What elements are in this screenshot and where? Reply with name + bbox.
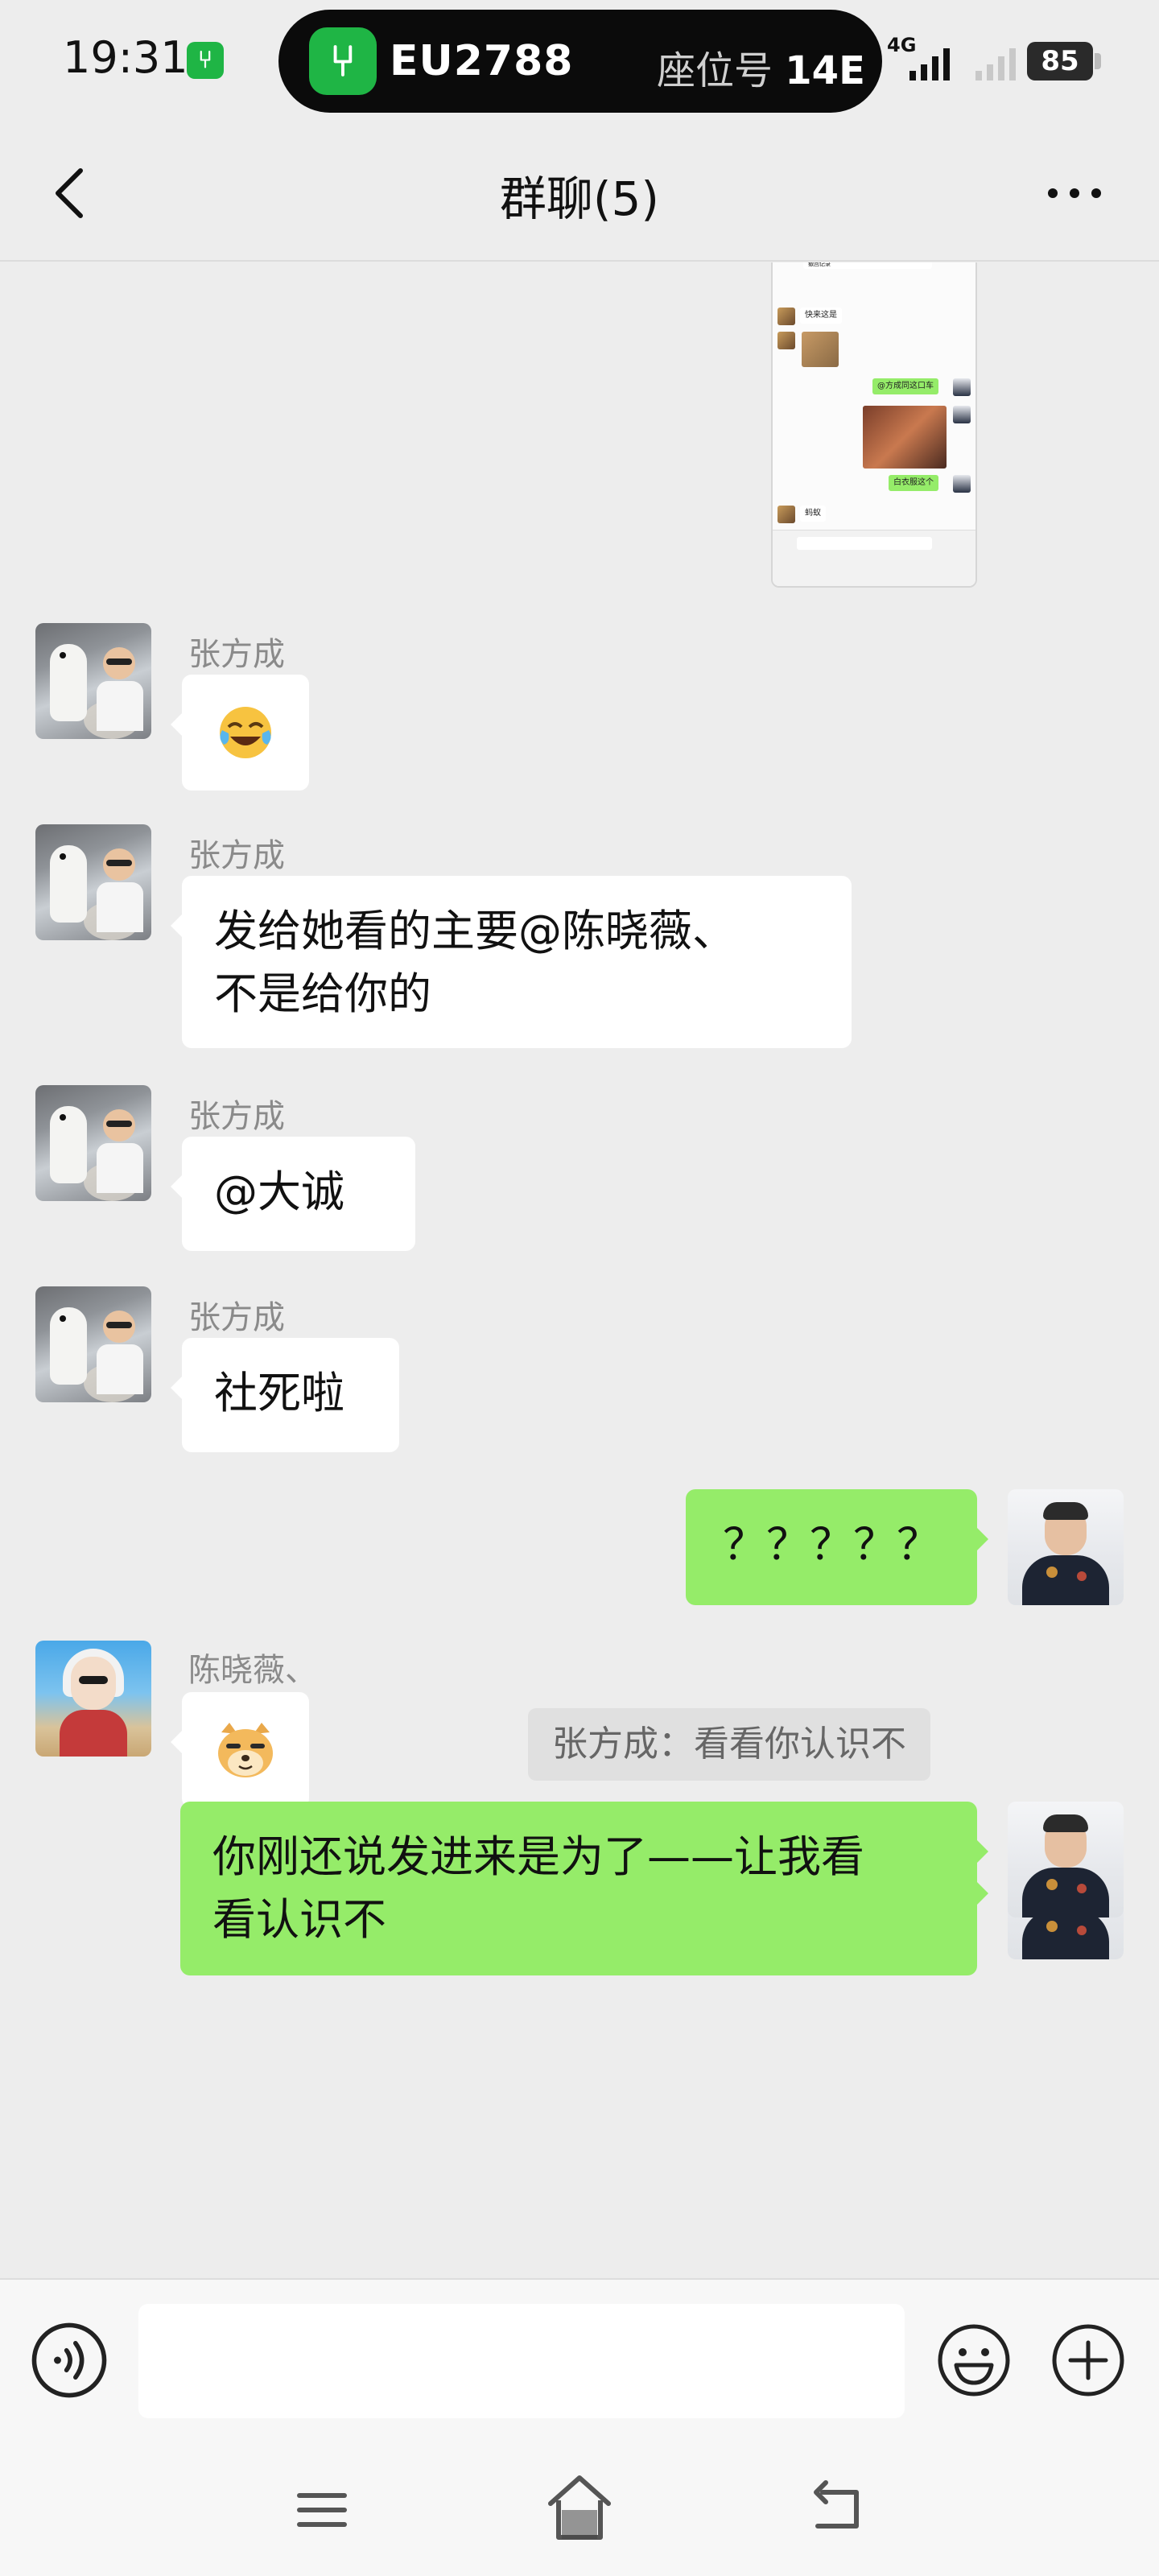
avatar-zhang[interactable]: [35, 1286, 151, 1402]
flight-number: EU2788: [390, 37, 574, 85]
avatar-me[interactable]: [1008, 1489, 1124, 1605]
preview-text-4: 白衣服这个: [889, 475, 938, 491]
dynamic-island-flight[interactable]: ⑂ EU2788 座位号 14E: [278, 10, 882, 113]
preview-text-2: 快来这是: [800, 308, 842, 324]
message-line: 社死啦: [214, 1368, 344, 1418]
chat-title: 群聊(5): [499, 171, 660, 226]
airline-logo-icon: ⑂: [309, 27, 377, 95]
message-bubble-sent[interactable]: ？？？？？: [686, 1489, 988, 1605]
avatar-chen[interactable]: [35, 1641, 151, 1757]
app-notification-icon: ⑂: [187, 42, 224, 79]
message-line: ？？？？？: [723, 1519, 940, 1570]
home-icon[interactable]: [544, 2470, 615, 2547]
preview-avatar: [953, 378, 971, 396]
message-input[interactable]: [138, 2304, 905, 2418]
message-line: 不是给你的: [214, 968, 431, 1019]
seat-label: 座位号: [657, 48, 773, 93]
sender-name: 张方成: [188, 1098, 285, 1135]
preview-input: [797, 537, 932, 550]
signal-strength-sim2-icon: [975, 48, 1016, 80]
message-bubble-emoji[interactable]: [171, 1692, 309, 1808]
message-line: 发给她看的主要@陈晓薇、: [214, 906, 736, 956]
seat-number: 14E: [785, 48, 865, 93]
status-bar: 19:31 ⑂ ⑂ EU2788 座位号 14E 4G 85: [0, 0, 1159, 129]
emoji-icon[interactable]: [935, 2322, 1013, 2399]
avatar-zhang[interactable]: [35, 623, 151, 739]
message-bubble[interactable]: 发给她看的主要@陈晓薇、 不是给你的: [171, 876, 852, 1048]
preview-avatar: [777, 332, 795, 349]
avatar-zhang[interactable]: [35, 1085, 151, 1201]
message-line: @大诚: [214, 1166, 344, 1217]
preview-text-1: 撤回记录: [803, 262, 932, 269]
message-line: 你刚还说发进来是为了——让我看: [212, 1831, 864, 1882]
sender-name: 张方成: [188, 636, 285, 673]
system-navigation-bar: [0, 2439, 1159, 2576]
message-bubble[interactable]: 社死啦: [171, 1338, 399, 1452]
avatar-me[interactable]: [1008, 1802, 1124, 1918]
preview-text-5: 蚂蚁: [800, 506, 826, 522]
quoted-message[interactable]: 张方成：看看你认识不: [528, 1708, 930, 1781]
back-gesture-icon[interactable]: [806, 2479, 868, 2541]
preview-avatar: [953, 475, 971, 493]
doge-emoji-icon: [218, 1723, 273, 1777]
status-time: 19:31: [63, 32, 188, 83]
sender-name: 张方成: [188, 837, 285, 874]
sender-name: 张方成: [188, 1299, 285, 1336]
preview-avatar: [953, 406, 971, 423]
battery-tip: [1095, 53, 1101, 69]
input-bar: [0, 2278, 1159, 2439]
screenshot-image-message[interactable]: 撤回记录 快来这是 @方成同这口车 白衣服这个 蚂蚁: [771, 262, 977, 588]
preview-photo: [863, 406, 947, 469]
message-bubble-emoji[interactable]: [171, 675, 309, 791]
preview-input-bar: [773, 530, 975, 586]
tears-of-joy-emoji-icon: [220, 707, 271, 758]
preview-text-3: @方成同这口车: [872, 378, 938, 394]
seat-info: 座位号 14E: [657, 39, 865, 95]
more-options-icon[interactable]: [1038, 161, 1111, 225]
menu-icon[interactable]: [291, 2479, 353, 2541]
sender-name: 陈晓薇、: [188, 1652, 317, 1689]
voice-input-icon[interactable]: [31, 2322, 108, 2399]
message-list[interactable]: 撤回记录 快来这是 @方成同这口车 白衣服这个 蚂蚁 张方成 张方成 发给她看的…: [0, 262, 1159, 2278]
battery-level: 85: [1027, 42, 1093, 80]
preview-photo: [802, 332, 839, 367]
message-bubble[interactable]: @大诚: [171, 1137, 415, 1251]
signal-strength-icon: [909, 48, 950, 80]
message-bubble-sent[interactable]: 你刚还说发进来是为了——让我看 看认识不: [180, 1802, 988, 1975]
message-line: 看认识不: [212, 1894, 386, 1945]
preview-avatar: [777, 308, 795, 325]
add-attachment-icon[interactable]: [1050, 2322, 1127, 2399]
avatar-zhang[interactable]: [35, 824, 151, 940]
chat-header: 群聊(5): [0, 129, 1159, 262]
preview-avatar: [777, 506, 795, 523]
